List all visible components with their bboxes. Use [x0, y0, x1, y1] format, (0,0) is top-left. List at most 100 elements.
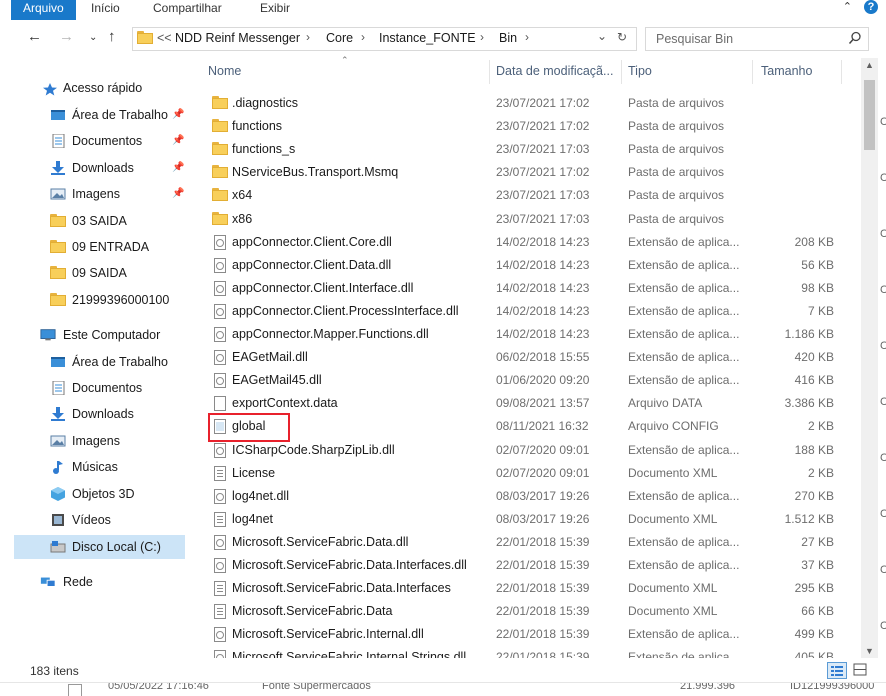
- file-name[interactable]: Microsoft.ServiceFabric.Data.Interfaces: [232, 581, 451, 595]
- file-name[interactable]: EAGetMail45.dll: [232, 373, 322, 387]
- file-name[interactable]: EAGetMail.dll: [232, 350, 308, 364]
- file-name[interactable]: x64: [232, 188, 252, 202]
- file-name[interactable]: Microsoft.ServiceFabric.Internal.Strings…: [232, 650, 466, 658]
- file-row[interactable]: appConnector.Mapper.Functions.dll 14/02/2…: [203, 323, 843, 346]
- address-dropdown-icon[interactable]: ⌄: [597, 29, 607, 43]
- nav-downloads[interactable]: Downloads: [14, 402, 186, 426]
- nav-musicas[interactable]: Músicas: [14, 455, 186, 479]
- column-header-date[interactable]: Data de modificaçã...: [496, 64, 613, 78]
- pin-icon[interactable]: 📌: [172, 156, 184, 180]
- file-name[interactable]: functions_s: [232, 142, 295, 156]
- file-row[interactable]: EAGetMail45.dll 01/06/2020 09:20 Extensão …: [203, 369, 843, 392]
- search-input[interactable]: [654, 30, 838, 48]
- file-row[interactable]: exportContext.data 09/08/2021 13:57 Arquiv…: [203, 392, 843, 415]
- nav-documentos-quick[interactable]: Documentos 📌: [14, 129, 186, 153]
- nav-09-saida[interactable]: 09 SAIDA: [14, 261, 186, 285]
- file-name[interactable]: appConnector.Client.Interface.dll: [232, 281, 413, 295]
- nav-09-entrada[interactable]: 09 ENTRADA: [14, 235, 186, 259]
- nav-area-de-trabalho-quick[interactable]: Área de Trabalho 📌: [14, 103, 186, 127]
- file-row[interactable]: .diagnostics 23/07/2021 17:02 Pasta de arq…: [203, 92, 843, 115]
- breadcrumb-separator-icon[interactable]: ›: [361, 30, 365, 44]
- file-row[interactable]: Microsoft.ServiceFabric.Internal.Strings…: [203, 646, 843, 658]
- file-row[interactable]: appConnector.Client.Core.dll 14/02/2018 1…: [203, 231, 843, 254]
- breadcrumb-core[interactable]: Core: [326, 31, 353, 45]
- nav-videos[interactable]: Vídeos: [14, 508, 186, 532]
- file-row[interactable]: log4net.dll 08/03/2017 19:26 Extensão de a…: [203, 485, 843, 508]
- file-name[interactable]: Microsoft.ServiceFabric.Data.dll: [232, 535, 408, 549]
- column-divider[interactable]: [489, 60, 490, 84]
- file-name[interactable]: functions: [232, 119, 282, 133]
- file-row[interactable]: ICSharpCode.SharpZipLib.dll 02/07/2020 09…: [203, 439, 843, 462]
- nav-disco-local-c[interactable]: Disco Local (C:): [14, 535, 185, 559]
- file-row[interactable]: License 02/07/2020 09:01 Documento XML 2 KB: [203, 462, 843, 485]
- file-row[interactable]: x86 23/07/2021 17:03 Pasta de arquivos: [203, 208, 843, 231]
- file-name[interactable]: log4net.dll: [232, 489, 289, 503]
- file-row[interactable]: appConnector.Client.Interface.dll 14/02/2…: [203, 277, 843, 300]
- file-name[interactable]: NServiceBus.Transport.Msmq: [232, 165, 398, 179]
- column-divider[interactable]: [841, 60, 842, 84]
- ribbon-collapse-icon[interactable]: ⌃: [843, 0, 852, 13]
- breadcrumb-separator-icon[interactable]: ›: [306, 30, 310, 44]
- file-name[interactable]: log4net: [232, 512, 273, 526]
- tab-inicio[interactable]: Início: [91, 0, 120, 20]
- tab-exibir[interactable]: Exibir: [260, 0, 290, 20]
- file-name[interactable]: exportContext.data: [232, 396, 338, 410]
- file-row[interactable]: appConnector.Client.ProcessInterface.dll…: [203, 300, 843, 323]
- file-row[interactable]: Microsoft.ServiceFabric.Data 22/01/2018 1…: [203, 600, 843, 623]
- breadcrumb-separator-icon[interactable]: ›: [480, 30, 484, 44]
- breadcrumb-ndd-reinf-messenger[interactable]: NDD Reinf Messenger: [175, 31, 300, 45]
- details-view-icon[interactable]: [827, 662, 847, 679]
- file-row[interactable]: EAGetMail.dll 06/02/2018 15:55 Extensão de…: [203, 346, 843, 369]
- file-name[interactable]: Microsoft.ServiceFabric.Data: [232, 604, 392, 618]
- nav-este-computador[interactable]: Este Computador: [24, 323, 186, 347]
- nav-acesso-rapido[interactable]: Acesso rápido: [32, 76, 186, 100]
- column-header-size[interactable]: Tamanho: [761, 64, 812, 78]
- file-row[interactable]: Microsoft.ServiceFabric.Internal.dll 22/0…: [203, 623, 843, 646]
- file-name[interactable]: appConnector.Client.Data.dll: [232, 258, 391, 272]
- file-name[interactable]: Microsoft.ServiceFabric.Data.Interfaces.…: [232, 558, 467, 572]
- nav-downloads-quick[interactable]: Downloads 📌: [14, 156, 186, 180]
- tab-arquivo[interactable]: Arquivo: [11, 0, 76, 20]
- file-row[interactable]: Microsoft.ServiceFabric.Data.Interfaces 2…: [203, 577, 843, 600]
- nav-documentos[interactable]: Documentos: [14, 376, 186, 400]
- file-name[interactable]: License: [232, 466, 275, 480]
- up-arrow-icon[interactable]: ↑: [108, 28, 116, 45]
- search-box[interactable]: [645, 27, 869, 51]
- breadcrumb-instance-fonte[interactable]: Instance_FONTE: [379, 31, 476, 45]
- column-header-name[interactable]: Nome: [208, 64, 241, 78]
- pin-icon[interactable]: 📌: [172, 103, 184, 127]
- breadcrumb-separator-icon[interactable]: ›: [525, 30, 529, 44]
- column-header-type[interactable]: Tipo: [628, 64, 652, 78]
- nav-rede[interactable]: Rede: [24, 570, 186, 594]
- file-name[interactable]: .diagnostics: [232, 96, 298, 110]
- file-row[interactable]: functions 23/07/2021 17:02 Pasta de arquiv…: [203, 115, 843, 138]
- large-icons-view-icon[interactable]: [851, 662, 871, 679]
- file-row[interactable]: Microsoft.ServiceFabric.Data.dll 22/01/20…: [203, 531, 843, 554]
- address-bar[interactable]: << NDD Reinf Messenger › Core › Instance…: [132, 27, 637, 51]
- file-row[interactable]: functions_s 23/07/2021 17:03 Pasta de arqu…: [203, 138, 843, 161]
- breadcrumb-overflow[interactable]: <<: [157, 31, 172, 45]
- file-row[interactable]: Microsoft.ServiceFabric.Data.Interfaces.…: [203, 554, 843, 577]
- file-row[interactable]: global 08/11/2021 16:32 Arquivo CONFIG 2 KB: [203, 415, 843, 438]
- back-arrow-icon[interactable]: ←: [27, 28, 42, 45]
- scrollbar-thumb[interactable]: [864, 80, 875, 150]
- file-name[interactable]: appConnector.Client.Core.dll: [232, 235, 392, 249]
- file-name[interactable]: x86: [232, 212, 252, 226]
- nav-area-de-trabalho[interactable]: Área de Trabalho: [14, 350, 186, 374]
- forward-arrow-icon[interactable]: →: [59, 28, 74, 45]
- refresh-icon[interactable]: ↻: [617, 30, 627, 44]
- tab-compartilhar[interactable]: Compartilhar: [153, 0, 222, 20]
- scroll-down-icon[interactable]: ▼: [865, 646, 874, 656]
- scroll-up-icon[interactable]: ▲: [865, 60, 874, 70]
- file-row[interactable]: x64 23/07/2021 17:03 Pasta de arquivos: [203, 184, 843, 207]
- file-name[interactable]: Microsoft.ServiceFabric.Internal.dll: [232, 627, 424, 641]
- pin-icon[interactable]: 📌: [172, 182, 184, 206]
- recent-locations-chevron-icon[interactable]: ⌄: [89, 32, 97, 43]
- file-row[interactable]: appConnector.Client.Data.dll 14/02/2018 1…: [203, 254, 843, 277]
- pin-icon[interactable]: 📌: [172, 129, 184, 153]
- vertical-scrollbar[interactable]: ▲ ▼: [861, 58, 878, 658]
- file-name[interactable]: appConnector.Client.ProcessInterface.dll: [232, 304, 459, 318]
- nav-imagens[interactable]: Imagens: [14, 429, 186, 453]
- search-icon[interactable]: [848, 31, 862, 45]
- nav-03-saida[interactable]: 03 SAIDA: [14, 209, 186, 233]
